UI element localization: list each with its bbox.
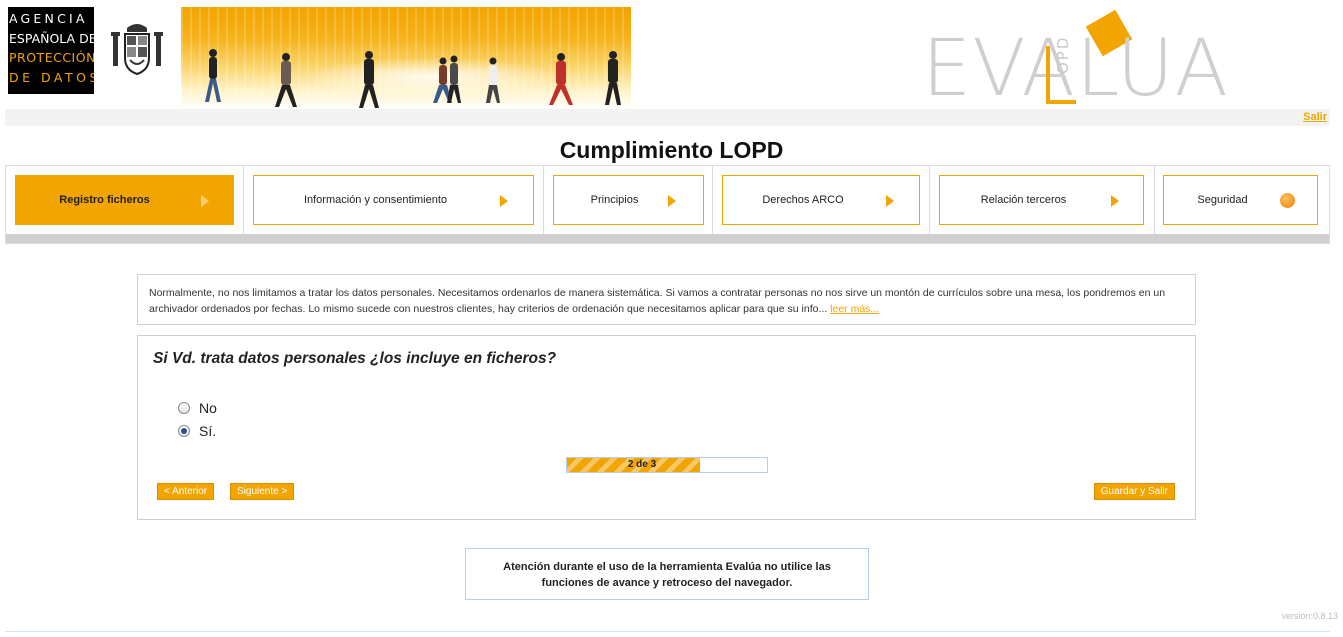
option-no[interactable]: No xyxy=(178,400,217,416)
step-principios[interactable]: Principios xyxy=(553,175,704,225)
arrow-right-icon xyxy=(500,195,508,207)
info-text: Normalmente, no nos limitamos a tratar l… xyxy=(149,287,1166,315)
step-derechos-arco[interactable]: Derechos ARCO xyxy=(722,175,920,225)
warning-line-1: Atención durante el uso de la herramient… xyxy=(503,561,831,573)
radio-no[interactable] xyxy=(178,402,190,414)
next-button[interactable]: Siguiente > xyxy=(230,483,295,500)
previous-button[interactable]: < Anterior xyxy=(157,483,215,500)
save-and-exit-button[interactable]: Guardar y Salir xyxy=(1093,483,1175,500)
progress-text: 2 de 3 xyxy=(627,459,657,470)
step-cell: Derechos ARCO xyxy=(713,166,930,235)
page: AGENCIA ESPAÑOLA DE PROTECCIÓN DE DATOS xyxy=(0,0,1343,637)
step-registro-ficheros[interactable]: Registro ficheros xyxy=(15,175,234,225)
spain-coat-of-arms-icon xyxy=(111,24,163,76)
agency-logo: AGENCIA ESPAÑOLA DE PROTECCIÓN DE DATOS xyxy=(8,7,94,94)
evalua-logo-badge: OPD xyxy=(1054,35,1072,74)
steps-bottom-bar xyxy=(6,234,1329,243)
steps-nav: Registro ficheros Información y consenti… xyxy=(5,165,1330,244)
question-text: Si Vd. trata datos personales ¿los inclu… xyxy=(153,350,557,367)
walking-people-banner xyxy=(181,7,631,109)
option-no-label: No xyxy=(199,400,217,416)
option-si-label: Sí. xyxy=(199,423,217,439)
agency-logo-line-1: AGENCIA xyxy=(9,11,88,26)
step-label: Registro ficheros xyxy=(59,194,150,206)
step-label: Información y consentimiento xyxy=(303,194,448,206)
navigation-warning: Atención durante el uso de la herramient… xyxy=(465,548,869,600)
arrow-right-icon xyxy=(201,195,209,207)
step-label: Derechos ARCO xyxy=(762,194,844,206)
option-si[interactable]: Sí. xyxy=(178,423,216,439)
evalua-logo: EVALUA OPD xyxy=(918,8,1228,110)
step-seguridad[interactable]: Seguridad xyxy=(1163,175,1318,225)
step-cell: Información y consentimiento xyxy=(244,166,544,235)
agency-logo-line-4: DE DATOS xyxy=(9,69,94,85)
warning-line-2: funciones de avance y retroceso del nave… xyxy=(541,577,793,589)
step-cell: Relación terceros xyxy=(930,166,1155,235)
step-cell: Principios xyxy=(544,166,713,235)
exit-link[interactable]: Salir xyxy=(1303,111,1327,123)
footer-divider xyxy=(5,631,1330,632)
radio-si[interactable] xyxy=(178,425,190,437)
info-box: Normalmente, no nos limitamos a tratar l… xyxy=(137,274,1196,325)
agency-logo-line-2: ESPAÑOLA DE xyxy=(9,30,94,46)
step-relacion-terceros[interactable]: Relación terceros xyxy=(939,175,1144,225)
step-label: Principios xyxy=(590,194,639,206)
header-subbar xyxy=(5,109,1330,126)
arrow-right-icon xyxy=(1111,195,1119,207)
progress-bar: 2 de 3 xyxy=(566,457,768,473)
arrow-right-icon xyxy=(668,195,676,207)
question-box: Si Vd. trata datos personales ¿los inclu… xyxy=(137,335,1196,520)
evalua-logo-word: EVALUA xyxy=(922,24,1230,114)
step-cell: Seguridad xyxy=(1155,166,1330,235)
step-informacion-consentimiento[interactable]: Información y consentimiento xyxy=(253,175,534,225)
agency-logo-line-3: PROTECCIÓN xyxy=(9,50,94,65)
read-more-link[interactable]: leer más... xyxy=(830,303,879,315)
arrow-right-icon xyxy=(886,195,894,207)
step-label: Seguridad xyxy=(1197,194,1248,206)
page-title: Cumplimiento LOPD xyxy=(559,137,784,163)
circle-dot-icon xyxy=(1280,193,1295,208)
version-label: versión:0.8.13 xyxy=(1281,611,1338,621)
step-cell: Registro ficheros xyxy=(6,166,244,235)
step-label: Relación terceros xyxy=(980,194,1067,206)
